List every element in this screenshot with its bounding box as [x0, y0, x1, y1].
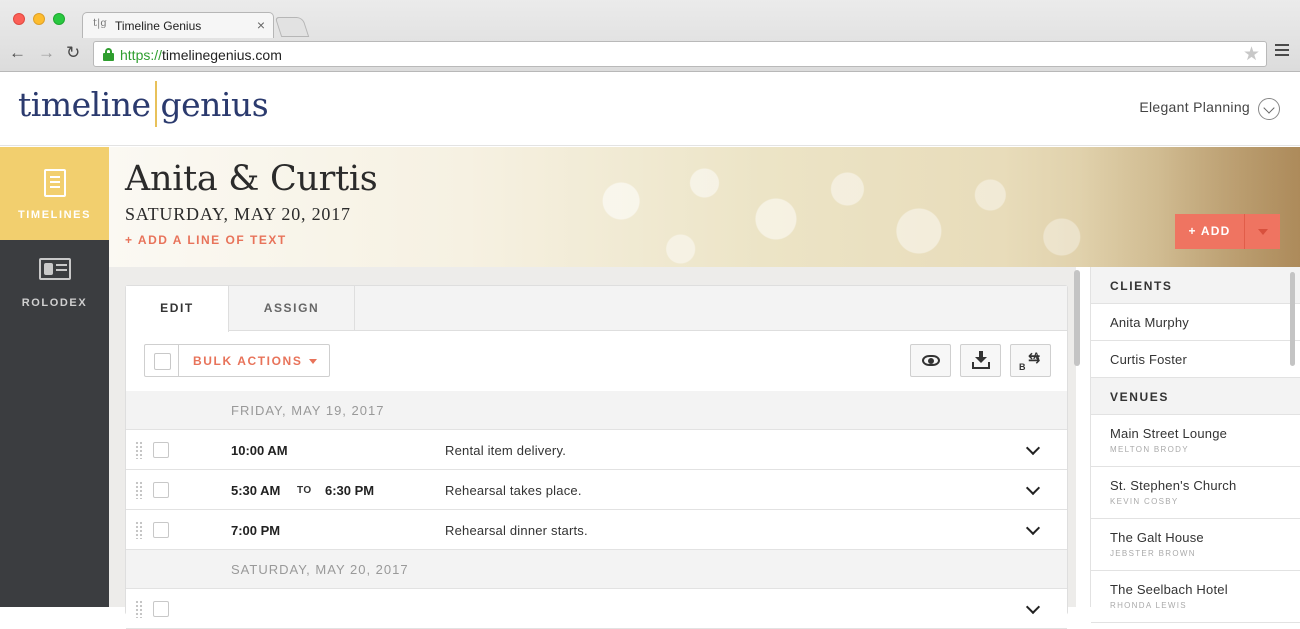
lock-icon [103, 48, 114, 61]
main-content: EDIT ASSIGN BULK ACTIONS A ⇆ B FRIDAY, MAY… [109, 267, 1076, 629]
logo-word-genius: genius [160, 85, 269, 124]
client-item[interactable]: Curtis Foster [1091, 341, 1300, 378]
venue-item[interactable]: St. Stephen's Church KEVIN COSBY [1091, 467, 1300, 519]
main-scrollbar[interactable] [1074, 270, 1080, 366]
chevron-down-icon[interactable] [1025, 480, 1041, 496]
drag-handle-icon[interactable] [135, 600, 142, 618]
forward-arrow-icon[interactable]: → [38, 44, 55, 62]
logo-divider [154, 81, 157, 127]
event-description: Rehearsal dinner starts. [445, 523, 588, 538]
app-header: timeline genius Elegant Planning [0, 73, 1300, 146]
bulk-actions-button[interactable]: BULK ACTIONS [193, 354, 302, 368]
new-tab-button[interactable] [274, 17, 310, 37]
drag-handle-icon[interactable] [135, 521, 142, 539]
tab-edit[interactable]: EDIT [126, 286, 229, 332]
eye-icon [922, 355, 940, 366]
download-button[interactable] [960, 344, 1001, 377]
logo[interactable]: timeline genius [18, 81, 269, 133]
url-text[interactable]: https://timelinegenius.com [120, 47, 282, 63]
event-description: Rehearsal takes place. [445, 483, 582, 498]
select-all-checkbox[interactable] [145, 345, 179, 376]
event-start-time: 10:00 AM [231, 443, 288, 458]
logo-word-timeline: timeline [18, 85, 151, 124]
event-hero: Anita & Curtis SATURDAY, MAY 20, 2017 + … [109, 147, 1300, 267]
day-header: SATURDAY, MAY 20, 2017 [126, 550, 1067, 589]
timeline-panel: EDIT ASSIGN BULK ACTIONS A ⇆ B FRIDAY, MAY… [125, 285, 1068, 629]
day-header: FRIDAY, MAY 19, 2017 [126, 391, 1067, 430]
browser-menu-icon[interactable] [1275, 44, 1289, 59]
timeline-event-row[interactable]: 10:00 AM Rental item delivery. [126, 430, 1067, 470]
event-start-time: 5:30 AM [231, 483, 281, 498]
bulk-actions-control: BULK ACTIONS [144, 344, 330, 377]
tab-assign[interactable]: ASSIGN [229, 286, 355, 331]
close-window-button[interactable] [13, 13, 25, 25]
browser-chrome: t|g Timeline Genius × ← → ↻ https://time… [0, 0, 1300, 72]
chevron-down-icon[interactable] [1258, 98, 1280, 120]
event-start-time: 7:00 PM [231, 523, 281, 538]
client-item[interactable]: Anita Murphy [1091, 304, 1300, 341]
reload-icon[interactable]: ↻ [66, 44, 80, 62]
event-description: Rental item delivery. [445, 443, 567, 458]
sidebar-item-label: TIMELINES [17, 209, 92, 221]
venue-name: Main Street Lounge [1110, 426, 1228, 441]
venue-item[interactable]: The Seelbach Hotel RHONDA LEWIS [1091, 571, 1300, 623]
add-line-of-text-link[interactable]: + ADD A LINE OF TEXT [125, 233, 287, 247]
add-dropdown-button[interactable] [1244, 214, 1280, 249]
venue-name: St. Stephen's Church [1110, 478, 1237, 493]
contact-card-icon [39, 258, 71, 280]
venue-item[interactable]: Main Street Lounge MELTON BRODY [1091, 415, 1300, 467]
row-checkbox[interactable] [153, 442, 169, 458]
sort-button[interactable]: A ⇆ B [1010, 344, 1051, 377]
row-checkbox[interactable] [153, 522, 169, 538]
venue-item[interactable]: The Galt House JEBSTER BROWN [1091, 519, 1300, 571]
clients-heading: CLIENTS [1091, 267, 1300, 304]
event-date[interactable]: SATURDAY, MAY 20, 2017 [125, 204, 351, 225]
zoom-window-button[interactable] [53, 13, 65, 25]
time-range-to: TO [297, 485, 312, 496]
url-host: timelinegenius.com [162, 47, 282, 63]
venue-contact: RHONDA LEWIS [1110, 601, 1187, 610]
drag-handle-icon[interactable] [135, 441, 142, 459]
panel-tabs: EDIT ASSIGN [126, 286, 1067, 332]
timeline-event-row[interactable] [126, 589, 1067, 629]
venue-name: The Galt House [1110, 530, 1204, 545]
chevron-down-icon[interactable] [1025, 520, 1041, 536]
add-button[interactable]: + ADD [1175, 214, 1244, 249]
tab-title: Timeline Genius [115, 19, 202, 33]
timeline-event-row[interactable]: 7:00 PM Rehearsal dinner starts. [126, 510, 1067, 550]
sidebar-item-timelines[interactable]: TIMELINES [0, 147, 109, 240]
url-scheme: https:// [120, 47, 163, 63]
row-checkbox[interactable] [153, 601, 169, 617]
venue-contact: JEBSTER BROWN [1110, 549, 1196, 558]
account-name[interactable]: Elegant Planning [1139, 99, 1250, 115]
preview-button[interactable] [910, 344, 951, 377]
venue-contact: KEVIN COSBY [1110, 497, 1179, 506]
timeline-list: FRIDAY, MAY 19, 2017 10:00 AM Rental ite… [126, 391, 1067, 629]
sidebar-item-label: ROLODEX [21, 297, 88, 309]
venues-heading: VENUES [1091, 378, 1300, 415]
bookmark-star-icon[interactable]: ★ [1243, 43, 1260, 66]
document-icon [44, 169, 66, 197]
back-arrow-icon[interactable]: ← [9, 44, 26, 62]
timeline-event-row[interactable]: 5:30 AM TO 6:30 PM Rehearsal takes place… [126, 470, 1067, 510]
venue-name: The Seelbach Hotel [1110, 582, 1228, 597]
contacts-scrollbar[interactable] [1290, 272, 1295, 366]
venue-contact: MELTON BRODY [1110, 445, 1189, 454]
drag-handle-icon[interactable] [135, 481, 142, 499]
chevron-down-icon[interactable] [1025, 599, 1041, 615]
caret-down-icon [309, 359, 317, 364]
browser-tab[interactable]: t|g Timeline Genius × [82, 12, 274, 38]
event-title[interactable]: Anita & Curtis [125, 159, 378, 199]
address-bar[interactable]: https://timelinegenius.com ★ [93, 41, 1267, 67]
chevron-down-icon[interactable] [1025, 440, 1041, 456]
row-checkbox[interactable] [153, 482, 169, 498]
favicon-icon: t|g [93, 18, 107, 29]
sidebar-item-rolodex[interactable]: ROLODEX [0, 240, 109, 333]
close-tab-icon[interactable]: × [257, 17, 265, 33]
sidebar: TIMELINES ROLODEX [0, 147, 109, 607]
event-end-time: 6:30 PM [325, 483, 375, 498]
minimize-window-button[interactable] [33, 13, 45, 25]
contacts-panel: CLIENTS Anita Murphy Curtis Foster VENUE… [1090, 267, 1300, 623]
